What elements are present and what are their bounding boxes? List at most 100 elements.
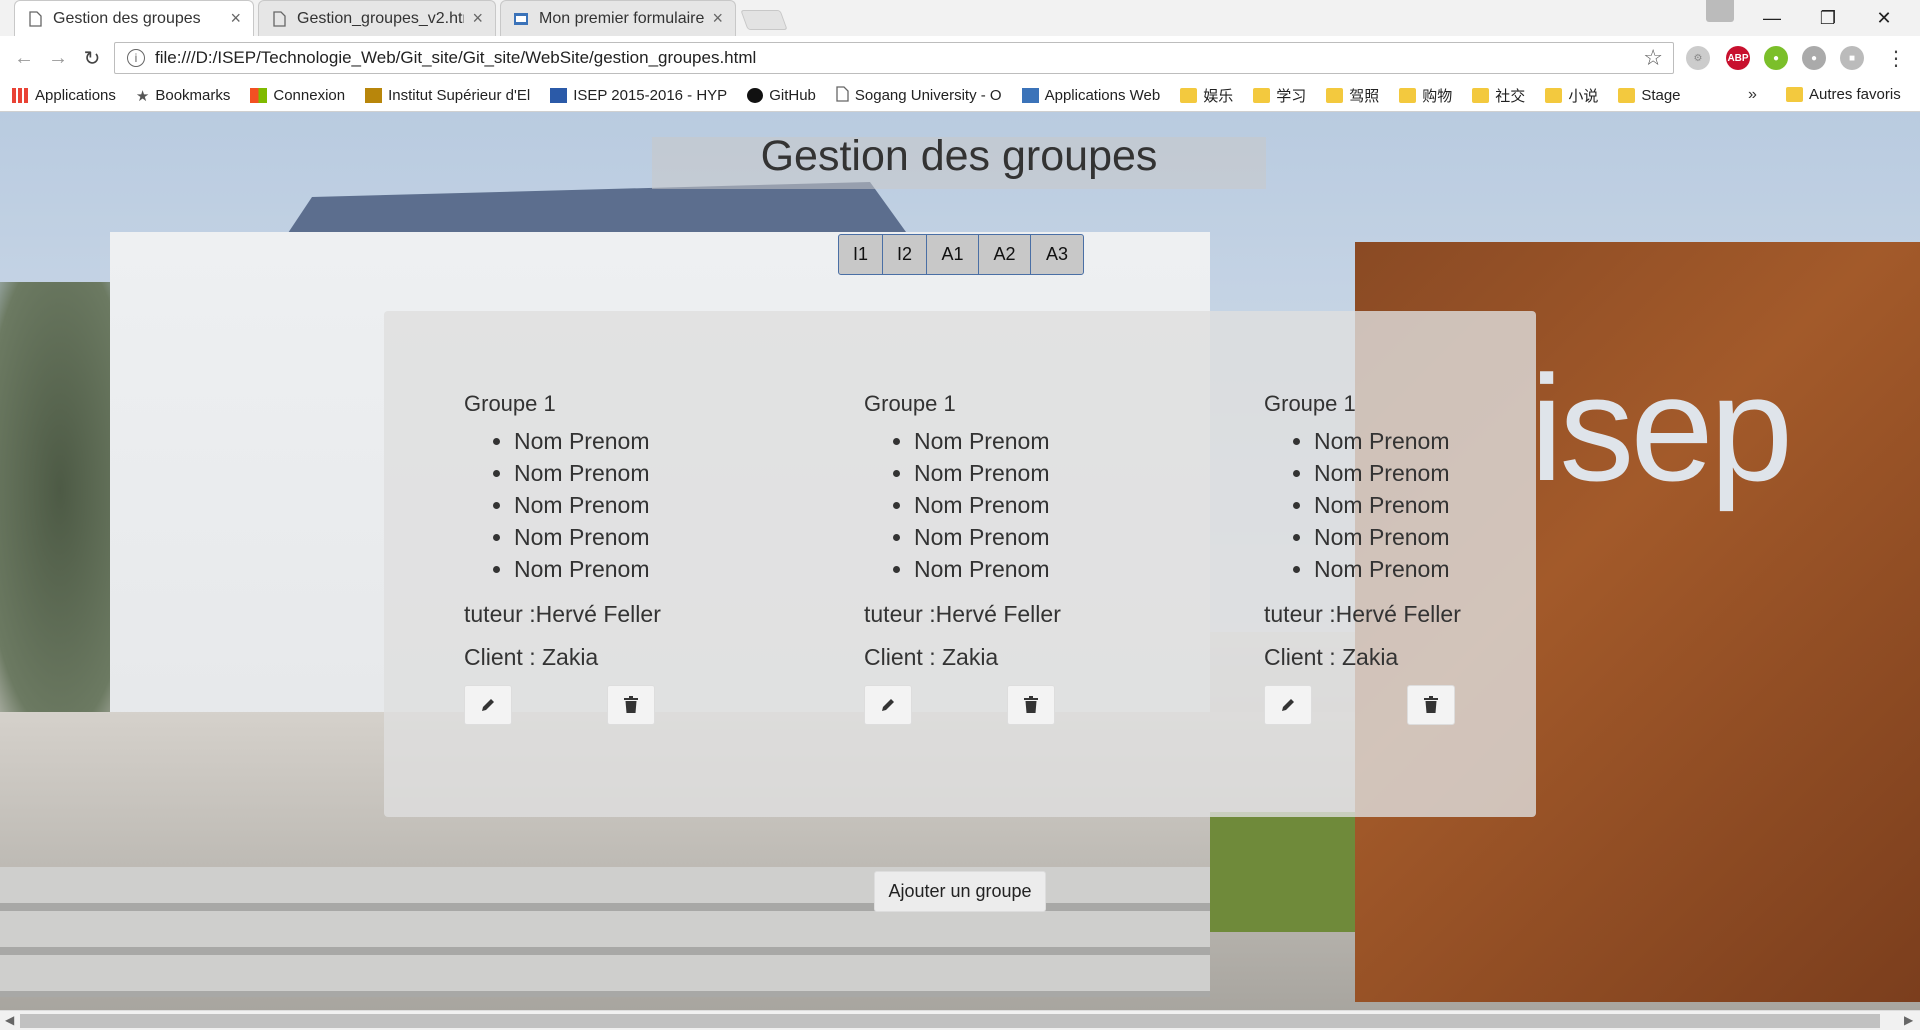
group-tutor: tuteur :Hervé Feller xyxy=(464,601,661,627)
folder-icon xyxy=(1786,87,1803,102)
tab-a1[interactable]: A1 xyxy=(927,235,979,274)
page-viewport: isep Gestion des groupes I1 I2 A1 A2 A3 … xyxy=(0,112,1920,1010)
browser-tab-mon-premier-formulaire[interactable]: Mon premier formulaire × xyxy=(500,0,736,36)
add-group-button[interactable]: Ajouter un groupe xyxy=(874,871,1046,912)
adblock-plus-icon[interactable]: ABP xyxy=(1726,46,1750,70)
extension-off-icon[interactable]: ● xyxy=(1802,46,1826,70)
scrollbar-thumb[interactable] xyxy=(20,1014,1880,1028)
trash-icon xyxy=(1424,696,1438,713)
bookmark-label: 社交 xyxy=(1495,88,1526,105)
restore-icon[interactable]: ❐ xyxy=(1800,0,1856,36)
edit-button[interactable] xyxy=(464,685,512,725)
forward-icon[interactable]: → xyxy=(44,44,72,72)
year-tabs: I1 I2 A1 A2 A3 xyxy=(838,234,1084,275)
menu-kebab-icon[interactable]: ⋮ xyxy=(1882,44,1910,72)
bookmark-folder-stage[interactable]: Stage xyxy=(1618,87,1681,104)
delete-button[interactable] xyxy=(607,685,655,725)
bookmark-label: Stage xyxy=(1641,87,1681,104)
folder-icon xyxy=(1472,88,1490,103)
horizontal-scrollbar[interactable]: ◀ ▶ xyxy=(0,1010,1920,1030)
extension-gift-icon[interactable]: ■ xyxy=(1840,46,1864,70)
bookmark-folder-jiazhao[interactable]: 驾照 xyxy=(1326,85,1379,106)
group-actions xyxy=(1264,685,1564,725)
edit-button[interactable] xyxy=(1264,685,1312,725)
star-icon: ★ xyxy=(135,87,150,105)
member-item: Nom Prenom xyxy=(1314,489,1564,521)
reload-icon[interactable]: ↻ xyxy=(78,44,106,72)
bookmark-label: 购物 xyxy=(1422,88,1453,105)
member-item: Nom Prenom xyxy=(514,457,764,489)
address-bar[interactable]: i file:///D:/ISEP/Technologie_Web/Git_si… xyxy=(114,42,1674,74)
back-icon[interactable]: ← xyxy=(10,44,38,72)
group-client: Client : Zakia xyxy=(1264,644,1399,670)
close-tab-icon[interactable]: × xyxy=(712,8,723,29)
folder-icon xyxy=(1618,88,1636,103)
info-icon[interactable]: i xyxy=(127,49,145,67)
delete-button[interactable] xyxy=(1007,685,1055,725)
member-list: Nom Prenom Nom Prenom Nom Prenom Nom Pre… xyxy=(1264,425,1564,585)
scroll-right-arrow-icon[interactable]: ▶ xyxy=(1904,1013,1913,1027)
tab-i1[interactable]: I1 xyxy=(839,235,883,274)
bookmark-isep-2015-2016[interactable]: ISEP 2015-2016 - HYP xyxy=(550,87,727,104)
group-card: Groupe 1 Nom Prenom Nom Prenom Nom Preno… xyxy=(864,391,1164,725)
github-icon xyxy=(747,88,764,103)
bookmark-other-favorites[interactable]: Autres favoris xyxy=(1786,86,1901,103)
bookmarks-overflow-chevron-icon[interactable]: » xyxy=(1748,86,1757,104)
bookmark-connexion[interactable]: Connexion xyxy=(250,87,345,104)
bookmark-github[interactable]: GitHub xyxy=(747,87,816,104)
browser-toolbar: ← → ↻ i file:///D:/ISEP/Technologie_Web/… xyxy=(0,36,1920,80)
trash-icon xyxy=(624,696,638,713)
browser-tab-gestion-des-groupes[interactable]: Gestion des groupes × xyxy=(14,0,254,36)
hyp-icon xyxy=(550,88,568,103)
member-item: Nom Prenom xyxy=(1314,553,1564,585)
bookmark-applications[interactable]: Applications xyxy=(12,87,116,104)
bookmark-applications-web[interactable]: Applications Web xyxy=(1021,87,1160,104)
bookmark-bookmarks[interactable]: ★ Bookmarks xyxy=(136,87,230,105)
page-icon xyxy=(271,10,287,28)
extension-puzzle-icon[interactable]: ⚙ xyxy=(1686,46,1710,70)
bookmark-folder-yule[interactable]: 娱乐 xyxy=(1180,85,1233,106)
member-item: Nom Prenom xyxy=(914,425,1164,457)
tab-title: Mon premier formulaire xyxy=(539,9,705,27)
tab-a3[interactable]: A3 xyxy=(1031,235,1083,274)
page-icon xyxy=(27,10,43,28)
close-tab-icon[interactable]: × xyxy=(230,8,241,29)
scroll-left-arrow-icon[interactable]: ◀ xyxy=(5,1013,14,1027)
edit-button[interactable] xyxy=(864,685,912,725)
bookmark-sogang[interactable]: Sogang University - O xyxy=(836,85,1002,106)
tab-a2[interactable]: A2 xyxy=(979,235,1031,274)
background-grass xyxy=(1210,812,1370,932)
folder-icon xyxy=(1545,88,1563,103)
close-window-icon[interactable]: ✕ xyxy=(1856,0,1912,36)
profile-avatar-icon[interactable] xyxy=(1706,0,1734,22)
page-icon xyxy=(836,85,849,106)
bookmark-label: Autres favoris xyxy=(1809,86,1901,103)
minimize-icon[interactable]: — xyxy=(1744,0,1800,36)
trash-icon xyxy=(1024,696,1038,713)
folder-icon xyxy=(1253,88,1271,103)
member-item: Nom Prenom xyxy=(914,521,1164,553)
microsoft-icon xyxy=(250,88,268,103)
url-text[interactable]: file:///D:/ISEP/Technologie_Web/Git_site… xyxy=(155,48,1643,68)
bookmark-folder-xuexi[interactable]: 学习 xyxy=(1253,85,1306,106)
form-icon xyxy=(513,10,529,28)
browser-tab-gestion-groupes-v2[interactable]: Gestion_groupes_v2.html × xyxy=(258,0,496,36)
tab-i2[interactable]: I2 xyxy=(883,235,927,274)
bookmark-folder-shejiao[interactable]: 社交 xyxy=(1472,85,1525,106)
bookmark-label: Bookmarks xyxy=(155,87,231,104)
delete-button[interactable] xyxy=(1407,685,1455,725)
bookmark-label: 娱乐 xyxy=(1203,88,1234,105)
bookmark-label: 小说 xyxy=(1568,88,1599,105)
extension-green-icon[interactable]: ● xyxy=(1764,46,1788,70)
group-card: Groupe 1 Nom Prenom Nom Prenom Nom Preno… xyxy=(1264,391,1564,725)
new-tab-button[interactable] xyxy=(740,10,788,30)
bookmark-institut-superieur[interactable]: Institut Supérieur d'El xyxy=(365,87,530,104)
bookmark-label: Sogang University - O xyxy=(854,87,1002,104)
close-tab-icon[interactable]: × xyxy=(472,8,483,29)
bookmark-folder-gouwu[interactable]: 购物 xyxy=(1399,85,1452,106)
tab-title: Gestion des groupes xyxy=(53,9,201,27)
member-item: Nom Prenom xyxy=(514,521,764,553)
bookmark-star-icon[interactable]: ☆ xyxy=(1643,45,1663,71)
bookmark-folder-xiaoshuo[interactable]: 小说 xyxy=(1545,85,1598,106)
bookmark-label: GitHub xyxy=(769,87,816,104)
